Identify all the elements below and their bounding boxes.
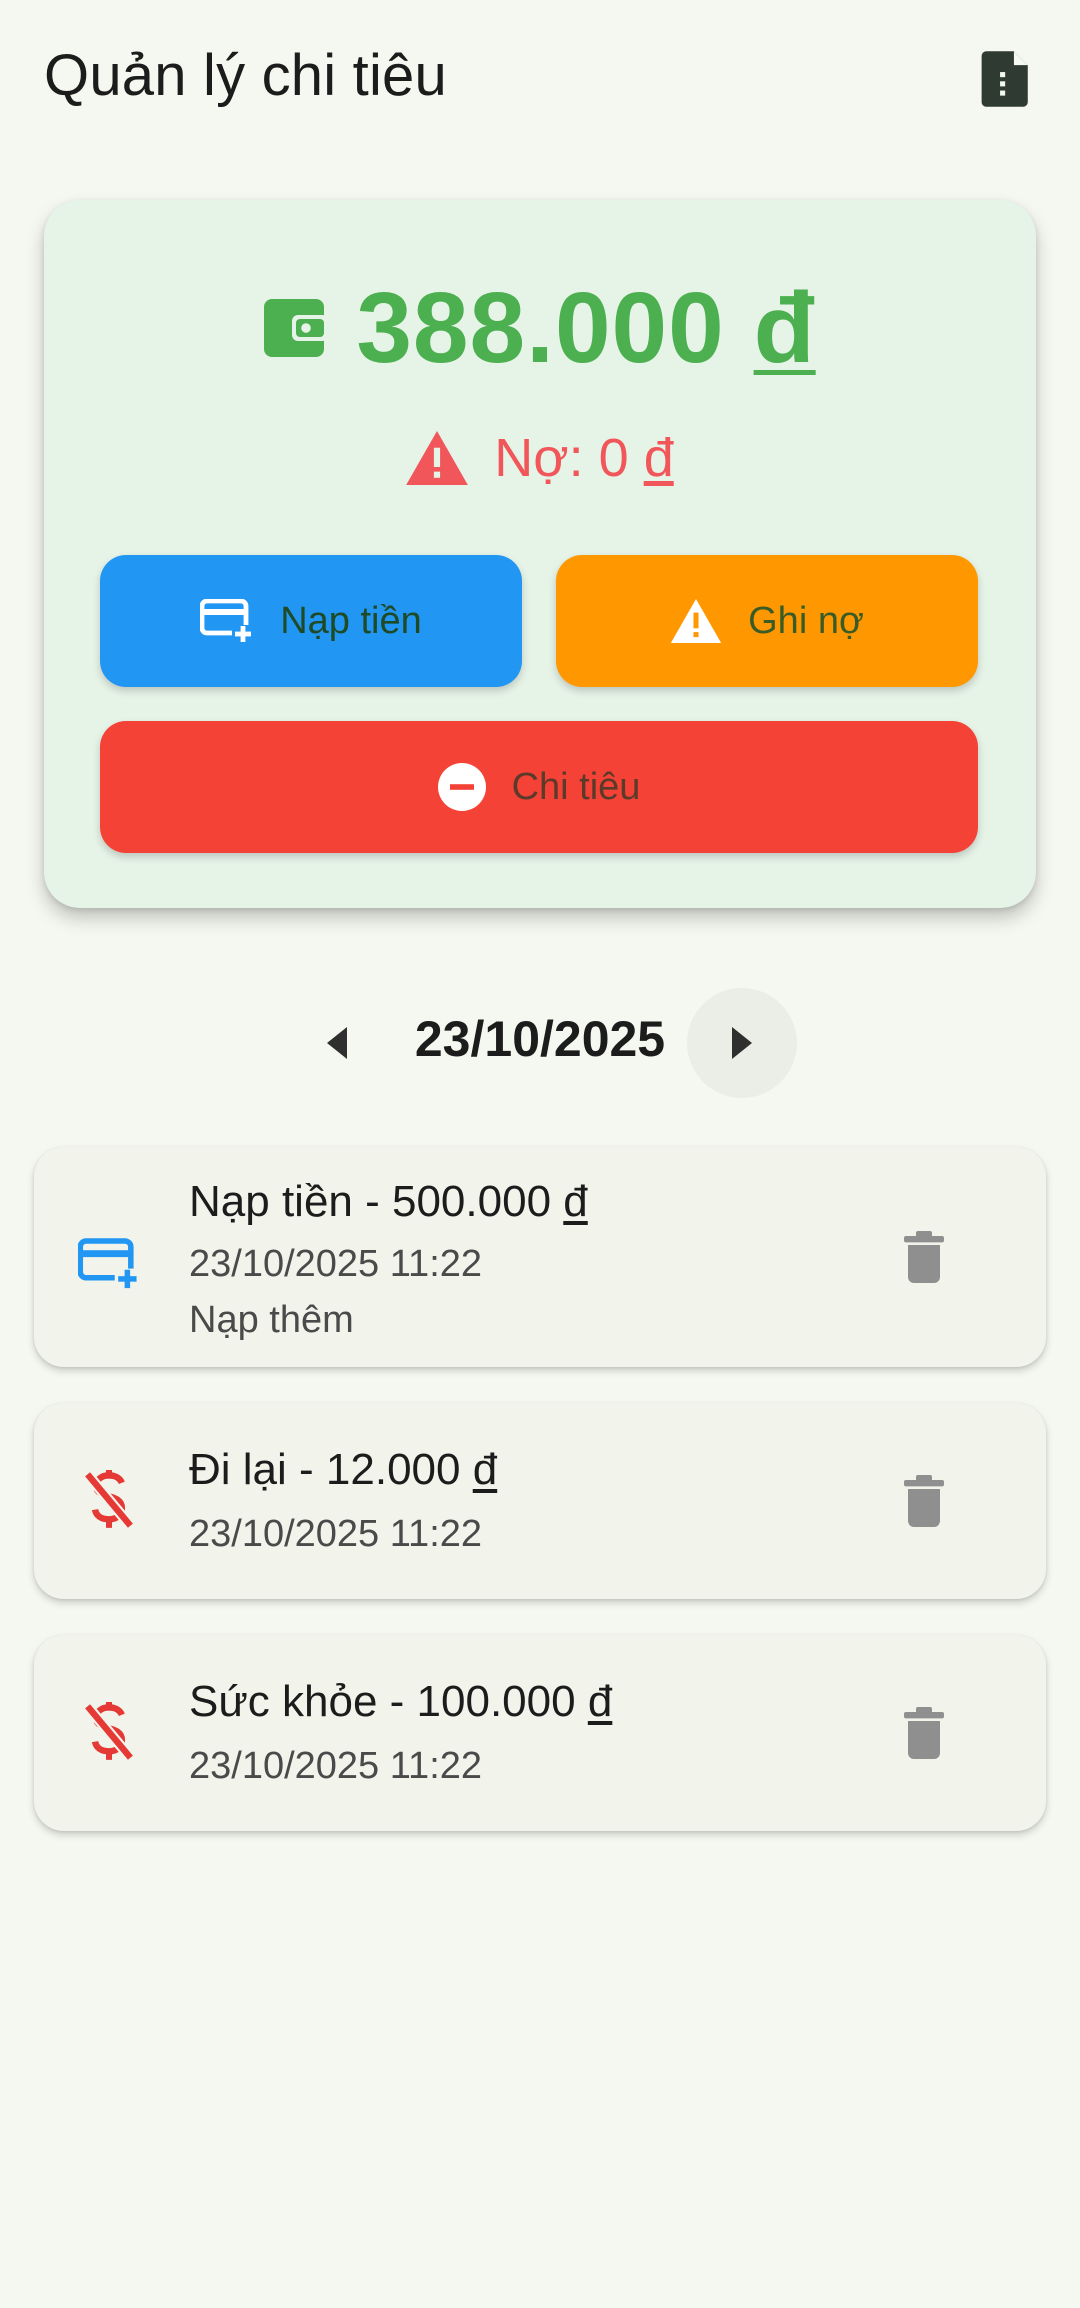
transaction-time: 23/10/2025 11:22: [189, 1745, 483, 1787]
delete-button[interactable]: [884, 1461, 964, 1541]
spend-label: Chi tiêu: [511, 765, 641, 808]
transaction-time: 23/10/2025 11:22: [189, 1513, 483, 1555]
page-title: Quản lý chi tiêu: [44, 43, 447, 108]
spend-button[interactable]: Chi tiêu: [100, 721, 978, 853]
document-icon: [981, 51, 1028, 107]
record-debt-label: Ghi nợ: [748, 599, 864, 642]
debt-currency: đ: [643, 428, 674, 488]
wallet-icon: [264, 299, 329, 357]
transaction-currency: đ: [563, 1177, 588, 1226]
previous-day-button[interactable]: [302, 1008, 372, 1078]
transaction-item[interactable]: Nạp tiền - 500.000 đ 23/10/2025 11:22 Nạ…: [34, 1147, 1046, 1367]
minus-circle-icon: [437, 763, 486, 811]
delete-button[interactable]: [884, 1693, 964, 1773]
transaction-title-text: Sức khỏe - 100.000: [189, 1677, 576, 1726]
transaction-item[interactable]: Đi lại - 12.000 đ 23/10/2025 11:22: [34, 1403, 1046, 1599]
trash-icon: [904, 1231, 944, 1283]
debt-amount: Nợ: 0 đ: [494, 427, 674, 489]
balance-card: 388.000 đ Nợ: 0 đ Nạp tiền Ghi nợ Chi ti…: [44, 200, 1036, 908]
deposit-label: Nạp tiền: [280, 599, 422, 642]
balance-value: 388.000: [356, 271, 725, 384]
transaction-title: Đi lại - 12.000 đ: [189, 1445, 497, 1495]
debt-value: Nợ: 0: [494, 428, 629, 488]
export-button[interactable]: [976, 46, 1038, 112]
current-date: 23/10/2025: [414, 1011, 666, 1067]
add-card-icon: [200, 599, 255, 643]
money-off-icon: [74, 1465, 144, 1535]
trash-icon: [904, 1707, 944, 1759]
transaction-currency: đ: [472, 1445, 498, 1494]
transaction-currency: đ: [587, 1677, 613, 1726]
caret-left-icon: [327, 1027, 347, 1059]
record-debt-button[interactable]: Ghi nợ: [556, 555, 978, 687]
warning-icon: [406, 431, 469, 485]
deposit-button[interactable]: Nạp tiền: [100, 555, 522, 687]
next-day-button[interactable]: [687, 988, 797, 1098]
add-card-icon: [74, 1229, 144, 1299]
balance-row: 388.000 đ: [44, 268, 1036, 388]
warning-icon: [670, 599, 722, 643]
caret-right-icon: [732, 1027, 752, 1059]
trash-icon: [904, 1475, 944, 1527]
delete-button[interactable]: [884, 1217, 964, 1297]
money-off-icon: [74, 1697, 144, 1767]
transaction-title: Nạp tiền - 500.000 đ: [189, 1177, 588, 1227]
date-navigator: 23/10/2025: [0, 988, 1080, 1098]
transaction-title: Sức khỏe - 100.000 đ: [189, 1677, 612, 1727]
transaction-item[interactable]: Sức khỏe - 100.000 đ 23/10/2025 11:22: [34, 1635, 1046, 1831]
transaction-title-text: Nạp tiền - 500.000: [189, 1177, 552, 1226]
app-bar: Quản lý chi tiêu: [0, 0, 1080, 160]
transaction-title-text: Đi lại - 12.000: [189, 1445, 461, 1494]
transaction-note: Nạp thêm: [189, 1299, 354, 1341]
balance-amount: 388.000 đ: [356, 271, 815, 386]
transaction-time: 23/10/2025 11:22: [189, 1243, 483, 1285]
debt-row: Nợ: 0 đ: [44, 418, 1036, 498]
balance-currency: đ: [753, 271, 816, 384]
